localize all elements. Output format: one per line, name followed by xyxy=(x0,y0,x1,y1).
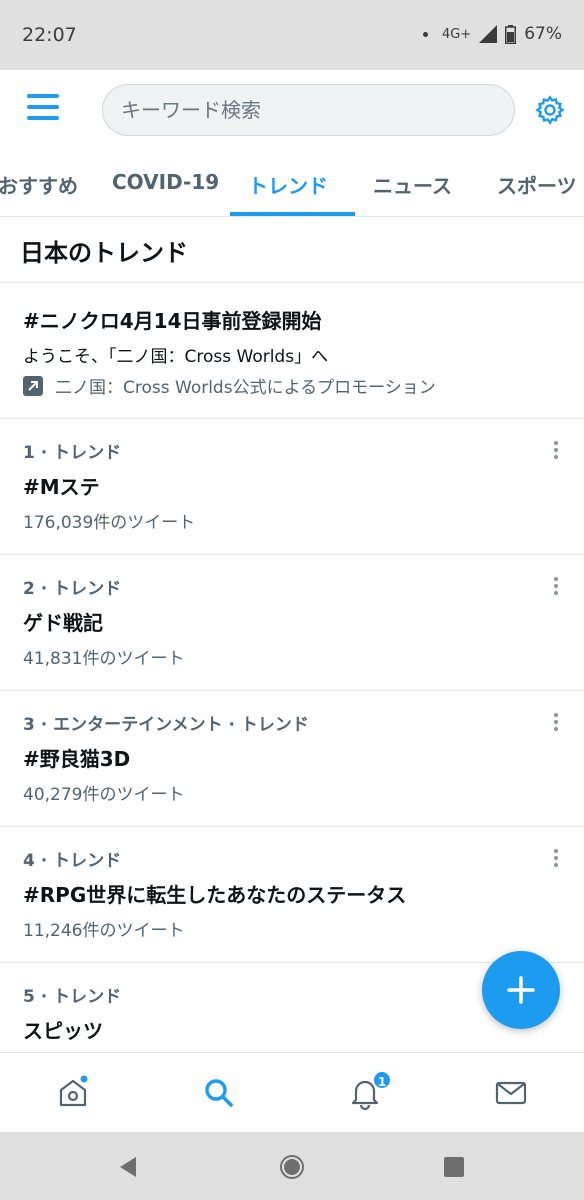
section-title: 日本のトレンド xyxy=(20,239,188,267)
more-icon[interactable] xyxy=(546,577,566,599)
plus-icon xyxy=(507,976,535,1004)
signal-icon xyxy=(479,25,498,43)
notification-badge: 1 xyxy=(372,1070,392,1090)
trend-count: 40,279件のツイート xyxy=(23,785,185,805)
menu-icon[interactable] xyxy=(27,94,63,124)
home-button-icon[interactable] xyxy=(279,1154,305,1180)
promoted-trend[interactable]: #ニノクロ4月14日事前登録開始 ようこそ、「二ノ国：Cross Worlds」… xyxy=(0,283,584,419)
trend-count: 176,039件のツイート xyxy=(23,513,196,533)
tab-sports[interactable]: スポーツ xyxy=(497,170,577,199)
search-input[interactable] xyxy=(121,98,514,122)
trend-item[interactable]: 1 · トレンド #Mステ 176,039件のツイート xyxy=(0,419,584,555)
search-icon[interactable] xyxy=(199,1073,239,1113)
promoted-by: 二ノ国：Cross Worlds公式によるプロモーション xyxy=(23,373,436,398)
trend-name: #野良猫3D xyxy=(23,747,131,771)
mail-icon[interactable] xyxy=(491,1073,531,1113)
trend-meta: 1 · トレンド xyxy=(23,443,122,463)
back-icon[interactable] xyxy=(116,1154,142,1180)
section-header: 日本のトレンド xyxy=(0,217,584,283)
trend-count: 11,246件のツイート xyxy=(23,921,185,941)
tab-trends[interactable]: トレンド xyxy=(248,170,328,199)
battery-level: 67% xyxy=(524,24,562,44)
network-type: 4G+ xyxy=(441,26,472,42)
compose-button[interactable] xyxy=(482,951,560,1029)
tab-recommended[interactable]: おすすめ xyxy=(0,170,78,199)
top-bar xyxy=(0,70,584,150)
tab-covid[interactable]: COVID-19 xyxy=(112,170,219,194)
trend-name: ゲド戦記 xyxy=(23,611,103,635)
trend-meta: 4 · トレンド xyxy=(23,851,122,871)
explore-tabs: おすすめ COVID-19 トレンド ニュース スポーツ xyxy=(0,150,584,217)
notification-dot-icon xyxy=(422,31,428,37)
status-time: 22:07 xyxy=(22,24,77,46)
tab-news[interactable]: ニュース xyxy=(373,170,452,199)
status-indicators: 4G+ 67% xyxy=(422,24,562,44)
gear-icon[interactable] xyxy=(534,94,566,126)
trend-name: #Mステ xyxy=(23,475,100,499)
trend-name: スピッツ xyxy=(23,1019,103,1043)
system-nav-bar xyxy=(0,1132,584,1200)
status-bar: 22:07 4G+ 67% xyxy=(0,0,584,70)
battery-icon xyxy=(505,24,517,44)
more-icon[interactable] xyxy=(546,441,566,463)
promoted-title: #ニノクロ4月14日事前登録開始 xyxy=(23,309,322,333)
trend-count: 41,831件のツイート xyxy=(23,649,185,669)
trend-meta: 5 · トレンド xyxy=(23,987,122,1007)
trend-item[interactable]: 4 · トレンド #RPG世界に転生したあなたのステータス 11,246件のツイ… xyxy=(0,827,584,963)
recents-icon[interactable] xyxy=(441,1154,467,1180)
trend-meta: 3 · エンターテインメント · トレンド xyxy=(23,715,309,735)
more-icon[interactable] xyxy=(546,849,566,871)
trend-item[interactable]: 2 · トレンド ゲド戦記 41,831件のツイート xyxy=(0,555,584,691)
search-bar[interactable] xyxy=(102,84,515,136)
active-tab-indicator xyxy=(230,212,355,216)
promoted-description: ようこそ、「二ノ国：Cross Worlds」へ xyxy=(23,347,329,367)
promoted-by-label: 二ノ国：Cross Worlds公式によるプロモーション xyxy=(55,378,436,398)
trend-item[interactable]: 3 · エンターテインメント · トレンド #野良猫3D 40,279件のツイー… xyxy=(0,691,584,827)
home-icon[interactable] xyxy=(53,1073,93,1113)
promoted-icon xyxy=(23,375,43,396)
trend-meta: 2 · トレンド xyxy=(23,579,122,599)
more-icon[interactable] xyxy=(546,713,566,735)
trend-name: #RPG世界に転生したあなたのステータス xyxy=(23,883,407,907)
bottom-nav: 1 xyxy=(0,1052,584,1132)
